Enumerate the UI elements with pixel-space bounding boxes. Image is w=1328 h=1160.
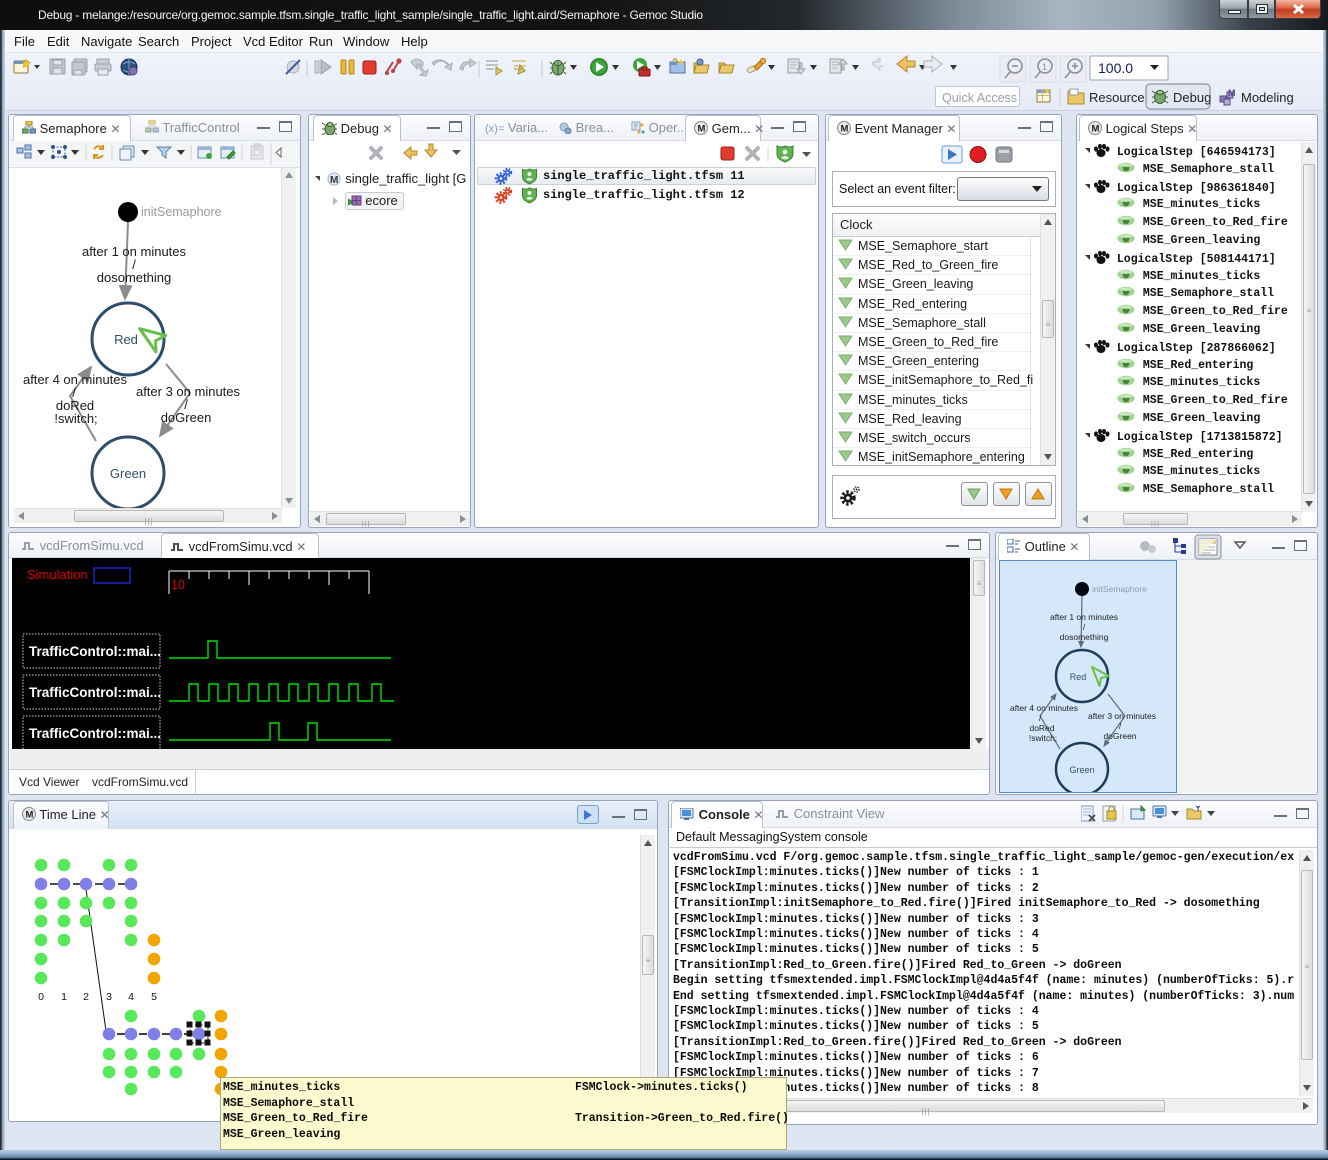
svg-text:Resource: Resource bbox=[1089, 90, 1145, 105]
svg-text:M: M bbox=[841, 124, 849, 135]
svg-text:M: M bbox=[26, 810, 34, 821]
svg-text:after 3 on minutes: after 3 on minutes bbox=[136, 384, 241, 399]
svg-text:3: 3 bbox=[106, 991, 112, 1003]
svg-text:M: M bbox=[698, 124, 706, 135]
svg-text:1: 1 bbox=[1042, 62, 1047, 72]
svg-text:/: / bbox=[1083, 622, 1086, 632]
svg-text:initSemaphore: initSemaphore bbox=[141, 205, 222, 219]
svg-text:Modeling: Modeling bbox=[1241, 90, 1294, 105]
svg-text:Simulation: Simulation bbox=[27, 567, 88, 582]
svg-text:M: M bbox=[330, 175, 338, 186]
svg-text:doGreen: doGreen bbox=[1103, 731, 1136, 741]
svg-text:Red: Red bbox=[114, 332, 138, 347]
svg-text:after 4 on minutes: after 4 on minutes bbox=[1010, 703, 1078, 713]
svg-text:TrafficControl::mai...: TrafficControl::mai... bbox=[29, 726, 161, 741]
svg-text:after 1 on minutes: after 1 on minutes bbox=[1050, 612, 1118, 622]
svg-text:Green: Green bbox=[1069, 765, 1094, 775]
svg-text:!switch;: !switch; bbox=[54, 411, 97, 426]
svg-text:!switch;: !switch; bbox=[1029, 733, 1057, 743]
svg-text:TrafficControl::mai...: TrafficControl::mai... bbox=[29, 685, 161, 700]
svg-text:2: 2 bbox=[83, 991, 89, 1003]
svg-text:M: M bbox=[1092, 124, 1100, 135]
svg-text:doRed: doRed bbox=[1029, 723, 1054, 733]
svg-text:4: 4 bbox=[128, 991, 134, 1003]
svg-text:TrafficControl::mai...: TrafficControl::mai... bbox=[29, 644, 161, 659]
svg-text:10: 10 bbox=[171, 578, 185, 592]
svg-text:1: 1 bbox=[61, 991, 67, 1003]
svg-text:dosomething: dosomething bbox=[1060, 632, 1109, 642]
svg-text:Green: Green bbox=[110, 466, 146, 481]
svg-text:100.0: 100.0 bbox=[1098, 60, 1133, 76]
svg-text:dosomething: dosomething bbox=[97, 270, 171, 285]
svg-text:0: 0 bbox=[38, 991, 44, 1003]
svg-text:doGreen: doGreen bbox=[161, 410, 212, 425]
svg-text:Red: Red bbox=[1070, 672, 1087, 682]
svg-text:5: 5 bbox=[151, 991, 157, 1003]
svg-text:after 3 on minutes: after 3 on minutes bbox=[1088, 711, 1156, 721]
svg-text:Debug: Debug bbox=[1173, 90, 1211, 105]
svg-text:/: / bbox=[1119, 721, 1122, 731]
svg-text:initSemaphore: initSemaphore bbox=[1092, 584, 1147, 594]
svg-text:M: M bbox=[1228, 88, 1236, 98]
